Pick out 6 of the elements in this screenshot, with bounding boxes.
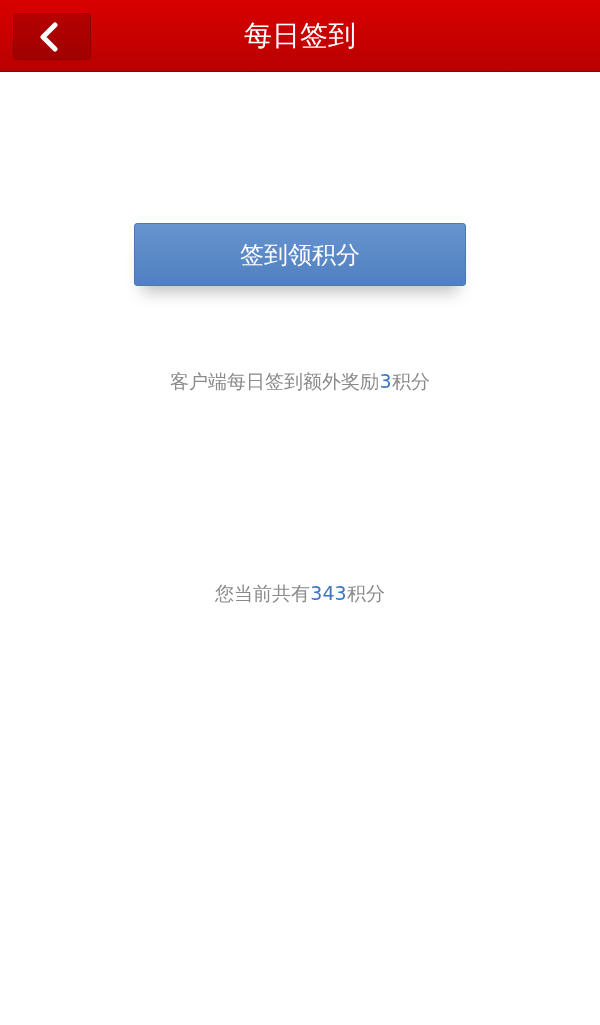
bonus-note: 客户端每日签到额外奖励3积分 xyxy=(170,369,430,393)
page-title: 每日签到 xyxy=(244,17,356,54)
points-note: 您当前共有343积分 xyxy=(215,581,385,605)
back-icon xyxy=(38,21,60,52)
back-button[interactable] xyxy=(13,13,91,60)
checkin-button[interactable]: 签到领积分 xyxy=(134,223,466,286)
